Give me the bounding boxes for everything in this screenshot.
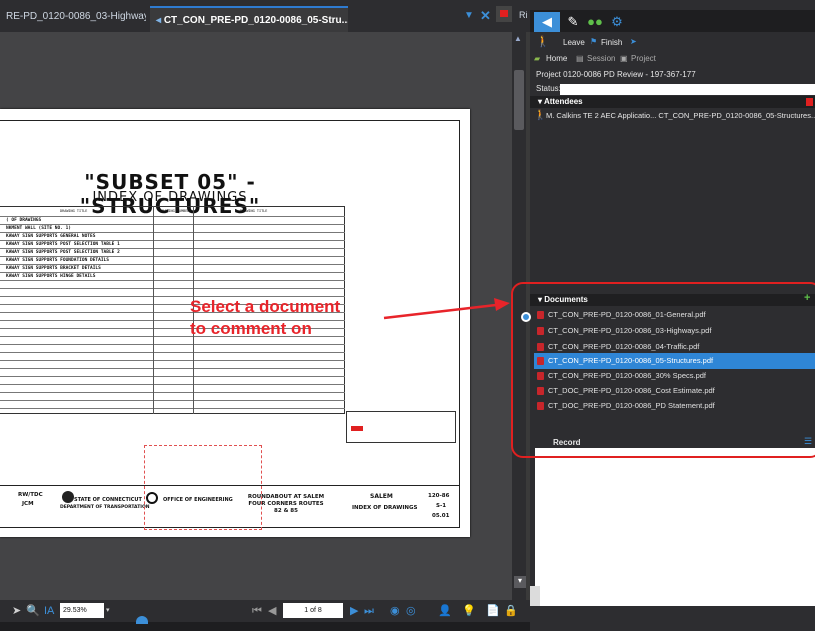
status-label: Status:	[536, 84, 561, 93]
table-row	[0, 361, 345, 369]
table-row: KAWAY SIGN SUPPORTS GENERAL NOTES	[0, 233, 345, 241]
tab-ri[interactable]: Ri	[519, 10, 528, 20]
markup-pen-icon[interactable]: ✎	[562, 12, 584, 32]
flag-icon[interactable]	[496, 6, 512, 22]
last-page-icon[interactable]: ⏭	[364, 600, 374, 622]
table-row	[0, 369, 345, 377]
next-page-icon[interactable]: ▶	[350, 600, 358, 622]
table-row	[0, 393, 345, 401]
scroll-down-icon[interactable]: ▾	[514, 576, 526, 588]
table-divider	[153, 206, 154, 414]
sessions-icon: ◀	[542, 14, 552, 29]
tb-initials-1: RW/TDC	[18, 492, 43, 498]
annotation-highlight-box	[511, 282, 815, 458]
status-input[interactable]	[560, 84, 815, 95]
table-row	[0, 377, 345, 385]
tb-dept: DEPARTMENT OF TRANSPORTATION	[60, 505, 150, 510]
header-title: DRAWING TITLE	[60, 209, 88, 213]
tab-label: CT_CON_PRE-PD_0120-0086_05-Stru...	[163, 15, 348, 26]
table-row	[0, 353, 345, 361]
tb-sheet: INDEX OF DRAWINGS	[352, 505, 418, 511]
panel-toggle-icon[interactable]	[136, 616, 148, 624]
zoom-input[interactable]: 29.53%	[60, 603, 104, 618]
tab-dropdown-icon[interactable]: ▼	[464, 10, 474, 21]
tb-number-3: 05.01	[432, 513, 450, 519]
header-title-2: DRAWING TITLE	[240, 209, 268, 213]
attendee-icon: 🚶	[534, 110, 547, 121]
tb-initials-2: JCM	[22, 501, 34, 507]
table-header: DRAWING TITLE DRAWING NUMBER DRAWING TIT…	[0, 207, 345, 217]
idea-icon[interactable]: 💡	[462, 600, 476, 622]
table-row: KAWAY SIGN SUPPORTS POST SELECTION TABLE…	[0, 249, 345, 257]
settings-gear-icon[interactable]: ⚙	[606, 12, 628, 32]
annotation-arrow-icon	[383, 298, 510, 320]
lock-icon[interactable]: 🔒	[504, 600, 518, 622]
tb-number-1: 120-86	[428, 493, 450, 499]
zoom-tool-icon[interactable]: 🔍	[26, 600, 40, 622]
back-view-icon[interactable]: ◉	[390, 600, 400, 622]
page-subtitle: INDEX OF DRAWINGS	[92, 190, 248, 205]
finish-flag-icon[interactable]: ⚑	[590, 36, 597, 48]
revision-stamp	[346, 411, 456, 443]
text-tool-icon[interactable]: IA	[44, 600, 54, 622]
attendee-flag-icon[interactable]	[806, 98, 813, 106]
home-tab[interactable]: Home	[546, 53, 567, 65]
session-tab[interactable]: Session	[587, 53, 615, 65]
table-row	[0, 385, 345, 393]
attendee-item[interactable]: M. Calkins TE 2 AEC Applicatio... CT_CON…	[546, 110, 815, 122]
attendees-title: Attendees	[543, 97, 583, 106]
scroll-up-icon[interactable]: ▲	[514, 34, 522, 43]
table-row: KAWAY SIGN SUPPORTS HINGE DETAILS	[0, 273, 345, 281]
table-row: KAWAY SIGN SUPPORTS FOUNDATION DETAILS	[0, 257, 345, 265]
table-row	[0, 281, 345, 289]
table-row: ( OF DRAWINGS	[0, 217, 345, 225]
tb-town: SALEM	[370, 493, 393, 500]
project-icon[interactable]: ▣	[620, 53, 628, 65]
walk-icon[interactable]: 🚶	[536, 36, 550, 48]
home-icon[interactable]: ▰	[534, 53, 540, 65]
user-icon[interactable]: 👤	[438, 600, 452, 622]
table-row: KAWAY SIGN SUPPORTS BRACKET DETAILS	[0, 265, 345, 273]
tab-icon: ◂	[156, 15, 164, 26]
select-tool-icon[interactable]: ➤	[12, 600, 21, 622]
leave-button[interactable]: Leave	[563, 37, 585, 49]
table-row: KAWAY SIGN SUPPORTS POST SELECTION TABLE…	[0, 241, 345, 249]
tb-number-2: S-1	[436, 503, 447, 509]
first-page-icon[interactable]: ⏮	[252, 600, 262, 622]
attendees-icon[interactable]: ●●	[584, 12, 606, 32]
share-icon[interactable]: ➤	[630, 36, 637, 48]
record-area[interactable]	[535, 448, 815, 606]
session-icon[interactable]: ▤	[576, 53, 584, 65]
page-number-input[interactable]: 1 of 8	[283, 603, 343, 618]
close-all-icon[interactable]: ✕	[480, 8, 491, 24]
document-icon[interactable]: 📄	[486, 600, 500, 622]
scrollbar-thumb[interactable]	[514, 70, 524, 130]
red-marker	[351, 426, 363, 431]
project-tab[interactable]: Project	[631, 53, 656, 65]
tab-structures[interactable]: ◂ CT_CON_PRE-PD_0120-0086_05-Stru...⊗	[150, 6, 348, 32]
attendees-header[interactable]: ▾ Attendees	[530, 96, 815, 108]
panel-scroll-icon[interactable]	[530, 586, 540, 606]
state-seal-icon	[62, 491, 74, 503]
prev-page-icon[interactable]: ◀	[268, 600, 276, 622]
table-row	[0, 401, 345, 409]
forward-view-icon[interactable]: ◎	[406, 600, 416, 622]
finish-button[interactable]: Finish	[601, 37, 622, 49]
zoom-dropdown-icon[interactable]: ▾	[106, 600, 110, 622]
header-number: DRAWING NUMBER	[160, 209, 190, 213]
tb-state: STATE OF CONNECTICUT	[74, 497, 142, 503]
tab-highways[interactable]: RE-PD_0120-0086_03-Highways	[6, 0, 146, 32]
table-row	[0, 345, 345, 353]
table-row: NKMENT WALL (SITE NO. 1)	[0, 225, 345, 233]
markup-dashed-box	[144, 445, 262, 530]
project-label: Project 0120-0086 PD Review - 197-367-17…	[536, 70, 696, 79]
